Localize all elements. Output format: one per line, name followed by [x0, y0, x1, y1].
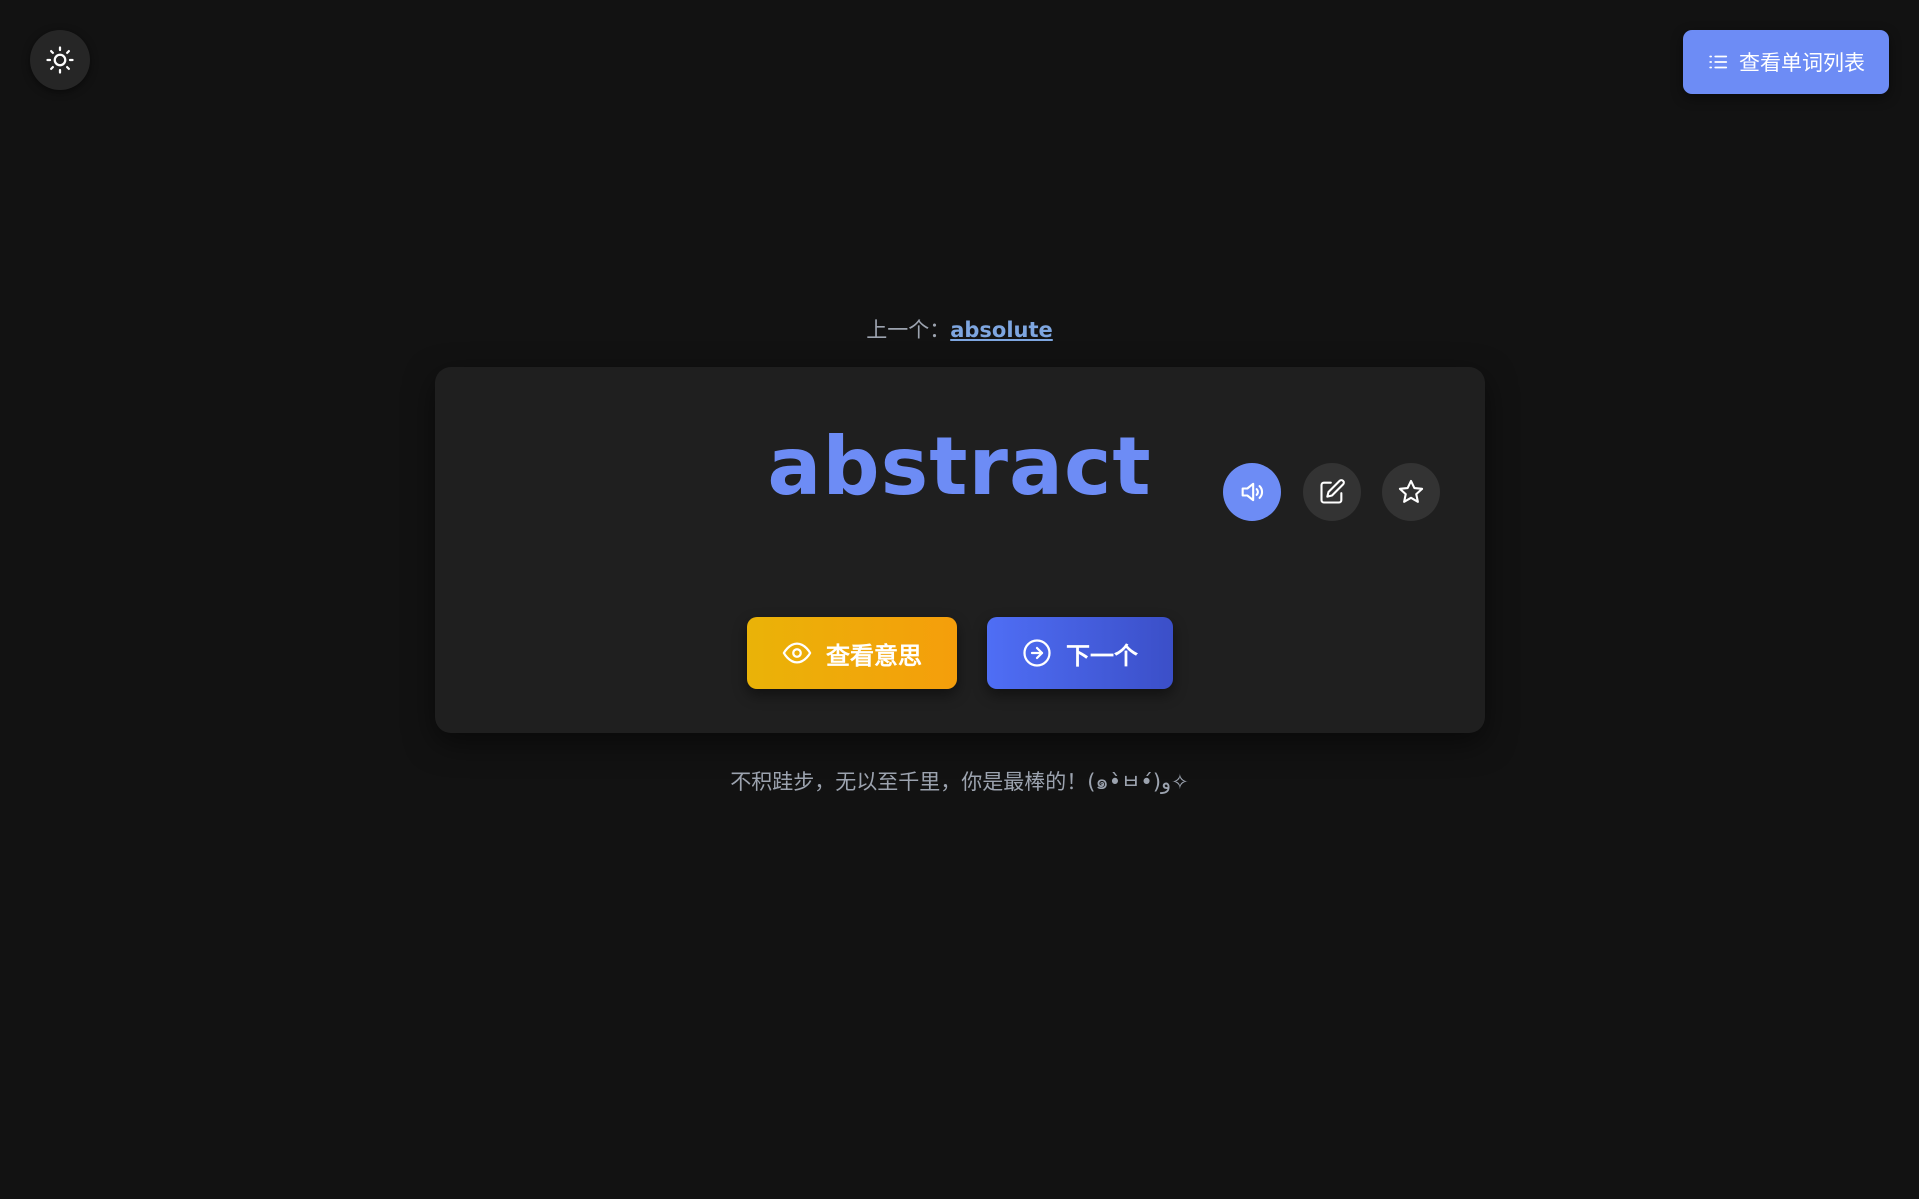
next-word-button[interactable]: 下一个: [987, 617, 1173, 689]
theme-toggle-button[interactable]: [30, 30, 90, 90]
arrow-right-circle-icon: [1022, 638, 1052, 668]
star-icon: [1397, 478, 1425, 506]
list-icon: [1707, 51, 1729, 73]
current-word: abstract: [767, 420, 1152, 513]
speaker-icon: [1238, 478, 1266, 506]
show-meaning-button[interactable]: 查看意思: [747, 617, 957, 689]
pronounce-button[interactable]: [1223, 463, 1281, 521]
view-word-list-label: 查看单词列表: [1739, 51, 1865, 75]
previous-word-line: 上一个：absolute: [0, 314, 1919, 344]
eye-icon: [782, 638, 812, 668]
favorite-button[interactable]: [1382, 463, 1440, 521]
view-word-list-button[interactable]: 查看单词列表: [1683, 30, 1889, 94]
previous-word-label: 上一个：: [866, 318, 951, 342]
edit-word-button[interactable]: [1303, 463, 1361, 521]
next-word-label: 下一个: [1066, 641, 1138, 670]
motivational-message: 不积跬步，无以至千里，你是最棒的！(๑•̀ㅂ•́)و✧: [730, 770, 1189, 794]
edit-icon: [1318, 478, 1346, 506]
previous-word-link[interactable]: absolute: [950, 318, 1053, 342]
show-meaning-label: 查看意思: [826, 641, 922, 670]
sun-icon: [45, 45, 75, 75]
